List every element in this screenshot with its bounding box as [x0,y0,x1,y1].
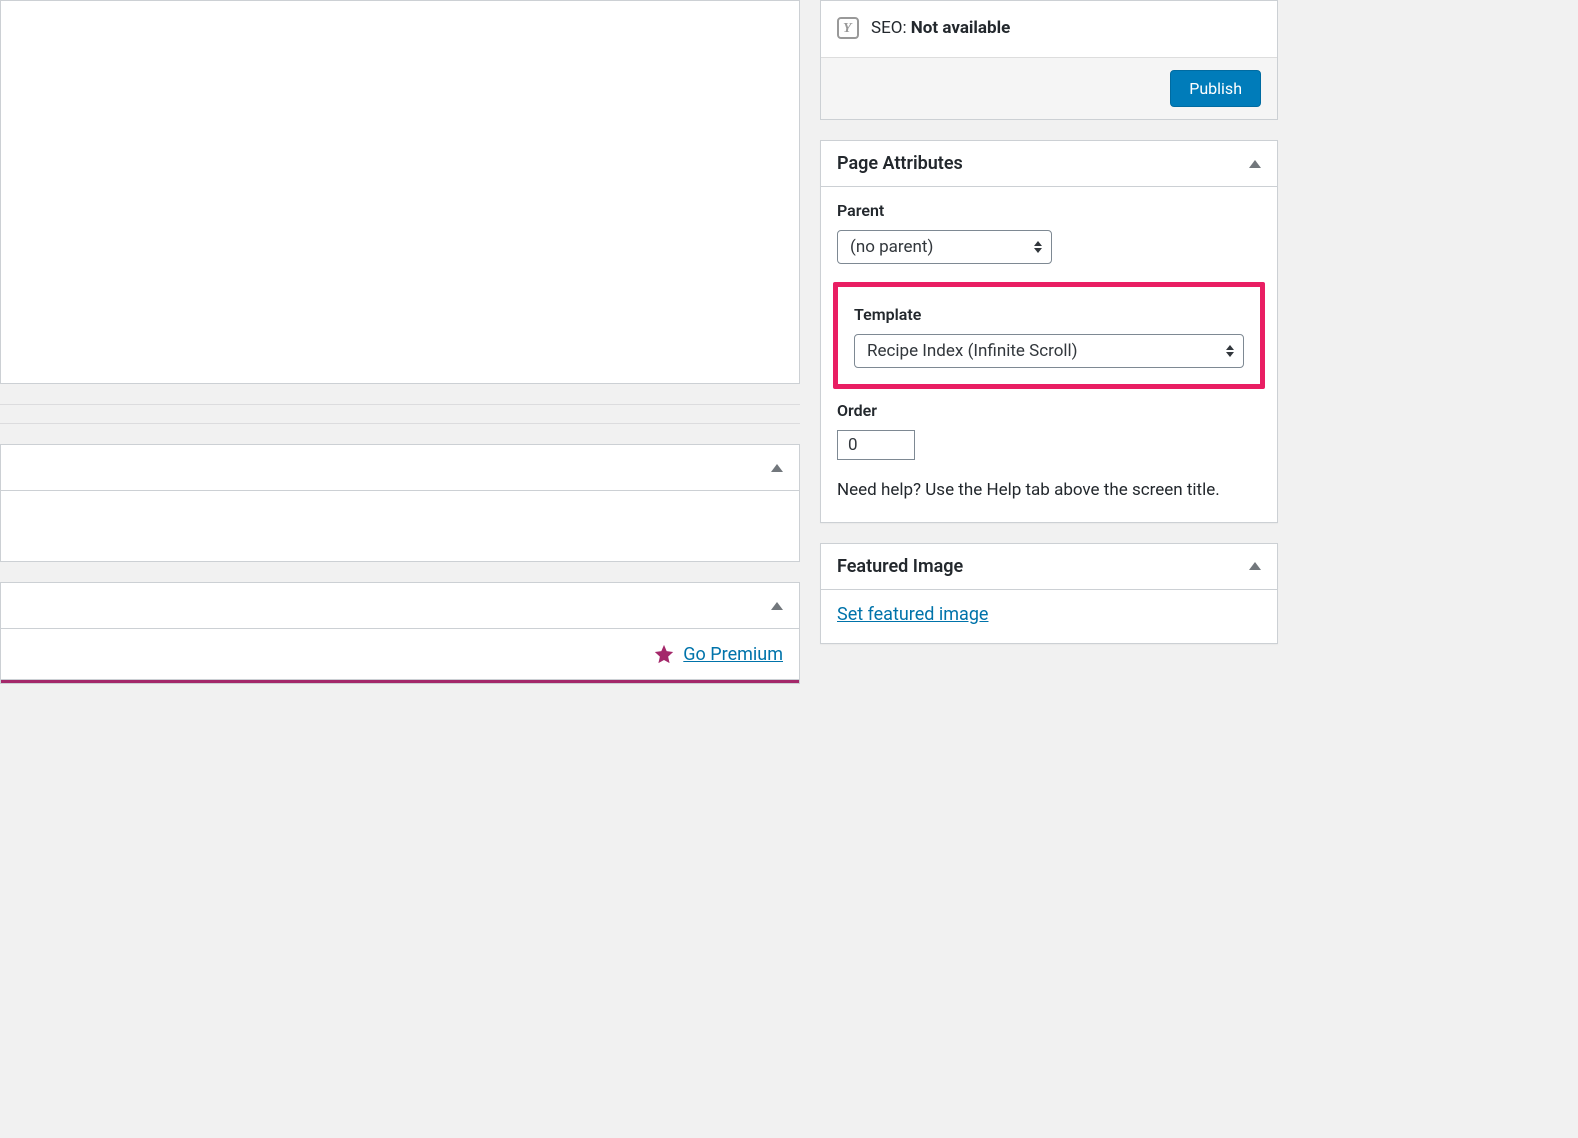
order-input[interactable] [837,430,915,460]
order-label: Order [837,401,1261,420]
featured-image-title: Featured Image [837,556,963,577]
parent-select[interactable]: (no parent) [837,230,1052,264]
premium-accent-border [1,680,799,683]
page-attributes-metabox: Page Attributes Parent (no parent) Templ… [820,140,1278,523]
collapse-toggle-icon[interactable] [771,464,783,472]
collapse-toggle-icon[interactable] [1249,562,1261,570]
featured-image-metabox: Featured Image Set featured image [820,543,1278,644]
seo-status-row: Y SEO: Not available [837,11,1261,45]
collapse-toggle-icon[interactable] [1249,160,1261,168]
collapse-toggle-icon[interactable] [771,602,783,610]
metabox-collapsed-1 [0,444,800,562]
template-highlight-box: Template Recipe Index (Infinite Scroll) [833,282,1265,389]
page-attributes-title: Page Attributes [837,153,963,174]
section-divider [0,404,800,424]
go-premium-link[interactable]: Go Premium [683,644,783,665]
template-label: Template [854,305,1244,324]
publish-button[interactable]: Publish [1170,70,1261,107]
go-premium-row: Go Premium [1,629,799,680]
help-text: Need help? Use the Help tab above the sc… [837,478,1261,504]
metabox-yoast: Go Premium [0,582,800,684]
seo-label: SEO: [871,18,911,38]
seo-value: Not available [911,18,1010,38]
publish-metabox: Y SEO: Not available Publish [820,0,1278,120]
yoast-icon: Y [837,17,859,39]
template-select[interactable]: Recipe Index (Infinite Scroll) [854,334,1244,368]
editor-content-area [0,0,800,384]
star-icon [653,643,675,665]
parent-label: Parent [837,201,1261,220]
set-featured-image-link[interactable]: Set featured image [837,604,988,625]
